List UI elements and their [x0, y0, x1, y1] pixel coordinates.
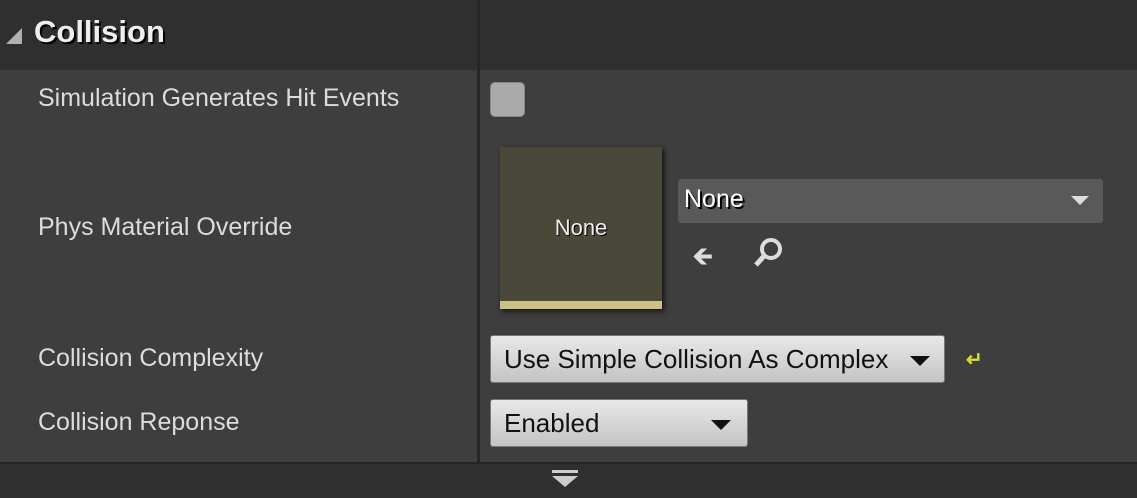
asset-picker-combo[interactable]: None: [678, 179, 1103, 223]
collision-response-dropdown[interactable]: Enabled: [490, 399, 748, 447]
asset-type-bar: [500, 301, 662, 309]
chevron-down-icon: [910, 356, 930, 366]
section-title: Collision: [34, 14, 165, 49]
section-header-collision[interactable]: Collision: [0, 0, 1137, 70]
expand-advanced-icon: [552, 476, 578, 487]
expand-advanced-icon: [552, 470, 578, 473]
chevron-down-icon: [1071, 196, 1089, 205]
chevron-down-icon: [711, 420, 731, 430]
property-label: Collision Reponse: [38, 408, 240, 436]
reset-to-default-icon[interactable]: ↵: [966, 347, 984, 371]
dropdown-value: Enabled: [504, 408, 600, 438]
dropdown-value: Use Simple Collision As Complex: [504, 344, 889, 374]
property-label: Phys Material Override: [38, 213, 293, 241]
asset-thumbnail[interactable]: None: [500, 147, 662, 309]
triangle-down-icon[interactable]: [6, 28, 22, 44]
browse-magnifier-icon[interactable]: [752, 236, 784, 277]
use-selected-arrow-icon[interactable]: 🡸: [692, 238, 713, 282]
thumbnail-text: None: [554, 215, 608, 240]
property-label: Simulation Generates Hit Events: [38, 84, 400, 112]
asset-value: None: [684, 185, 744, 213]
collision-complexity-dropdown[interactable]: Use Simple Collision As Complex: [490, 335, 945, 383]
property-label: Collision Complexity: [38, 344, 264, 372]
hit-events-checkbox[interactable]: [490, 82, 525, 117]
column-splitter[interactable]: [477, 0, 480, 462]
advanced-expander[interactable]: [0, 462, 1137, 498]
